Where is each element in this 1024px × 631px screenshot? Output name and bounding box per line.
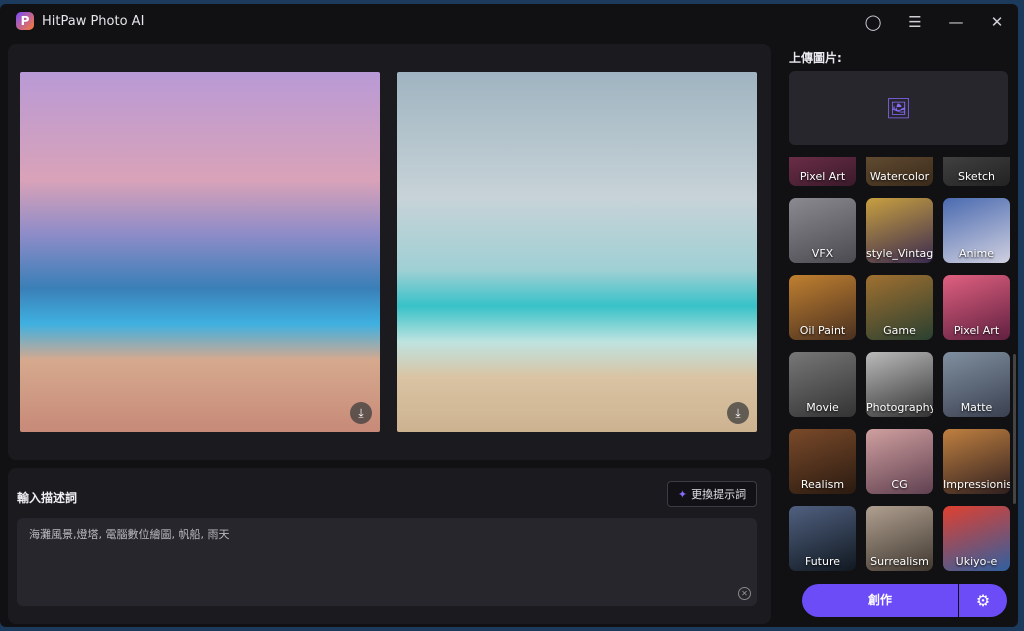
app-window: P HitPaw Photo AI ◯ ☰ — ✕ ⤓ ⤓ 輸入描述詞 ✦ 更換提… [0, 4, 1018, 627]
style-label: Pixel Art [799, 170, 846, 183]
result-image-2[interactable]: ⤓ [397, 72, 757, 432]
clear-icon[interactable]: ✕ [738, 587, 751, 600]
style-label: Impressionism [943, 478, 1010, 491]
style-tile[interactable]: VFX [789, 198, 856, 263]
menu-icon[interactable]: ☰ [903, 10, 927, 34]
style-label: Watercolor [869, 170, 930, 183]
download-icon[interactable]: ⤓ [350, 402, 372, 424]
style-label: Photography [866, 401, 933, 414]
scrollbar[interactable] [1013, 354, 1016, 504]
style-tile[interactable]: Realism [789, 429, 856, 494]
upload-image-button[interactable]: 🖼 [789, 71, 1008, 145]
create-button[interactable]: 創作 [802, 584, 958, 617]
style-tile[interactable]: style_Vintage [866, 198, 933, 263]
result-image-1[interactable]: ⤓ [20, 72, 380, 432]
minimize-icon[interactable]: — [944, 10, 968, 34]
download-icon[interactable]: ⤓ [727, 402, 749, 424]
sidebar: 上傳圖片: 🖼 Pixel Art Watercolor Sketch VFX styl… [780, 44, 1018, 627]
style-tile[interactable]: Game [866, 275, 933, 340]
style-label: Sketch [957, 170, 996, 183]
style-grid: Pixel Art Watercolor Sketch VFX style_Vintag… [789, 157, 1011, 577]
style-label: Surrealism [870, 555, 929, 568]
style-tile[interactable]: Surrealism [866, 506, 933, 571]
style-label: Realism [800, 478, 845, 491]
style-label: Anime [958, 247, 995, 260]
style-label: Ukiyo-e [955, 555, 998, 568]
style-label: Movie [806, 401, 839, 414]
style-tile[interactable]: Future [789, 506, 856, 571]
style-label: CG [891, 478, 908, 491]
style-tile[interactable]: Watercolor [866, 157, 933, 186]
style-tile[interactable]: Photography [866, 352, 933, 417]
style-tile[interactable]: Pixel Art [943, 275, 1010, 340]
style-label: Pixel Art [953, 324, 1000, 337]
style-tile[interactable]: CG [866, 429, 933, 494]
swap-prompt-label: 更換提示詞 [691, 488, 747, 501]
style-label: style_Vintage [866, 247, 933, 260]
style-tile[interactable]: Sketch [943, 157, 1010, 186]
style-tile[interactable]: Anime [943, 198, 1010, 263]
sparkle-icon: ✦ [677, 487, 688, 501]
app-title: HitPaw Photo AI [42, 14, 145, 29]
style-tile[interactable]: Movie [789, 352, 856, 417]
style-tile[interactable]: Oil Paint [789, 275, 856, 340]
prompt-text: 海灘風景,燈塔, 電腦數位繪圖, 帆船, 雨天 [29, 528, 230, 541]
prompt-input[interactable]: 海灘風景,燈塔, 電腦數位繪圖, 帆船, 雨天 ✕ [17, 518, 757, 606]
style-tile[interactable]: Ukiyo-e [943, 506, 1010, 571]
style-tile[interactable]: Impressionism [943, 429, 1010, 494]
style-label: VFX [811, 247, 834, 260]
style-label: Matte [960, 401, 993, 414]
title-bar: P HitPaw Photo AI ◯ ☰ — ✕ [0, 4, 1018, 40]
style-label: Future [804, 555, 841, 568]
style-label: Game [883, 324, 916, 337]
style-tile[interactable]: Matte [943, 352, 1010, 417]
hitpaw-logo-icon: P [16, 12, 34, 30]
user-circle-icon[interactable]: ◯ [861, 10, 885, 34]
style-tile[interactable]: Pixel Art [789, 157, 856, 186]
add-image-icon: 🖼 [885, 96, 912, 120]
settings-gear-icon[interactable]: ⚙ [959, 584, 1007, 617]
upload-label: 上傳圖片: [789, 51, 842, 65]
prompt-panel: 輸入描述詞 ✦ 更換提示詞 海灘風景,燈塔, 電腦數位繪圖, 帆船, 雨天 ✕ [8, 468, 771, 624]
swap-prompt-button[interactable]: ✦ 更換提示詞 [667, 481, 757, 507]
style-label: Oil Paint [799, 324, 846, 337]
prompt-label: 輸入描述詞 [17, 491, 78, 505]
close-icon[interactable]: ✕ [985, 10, 1009, 34]
